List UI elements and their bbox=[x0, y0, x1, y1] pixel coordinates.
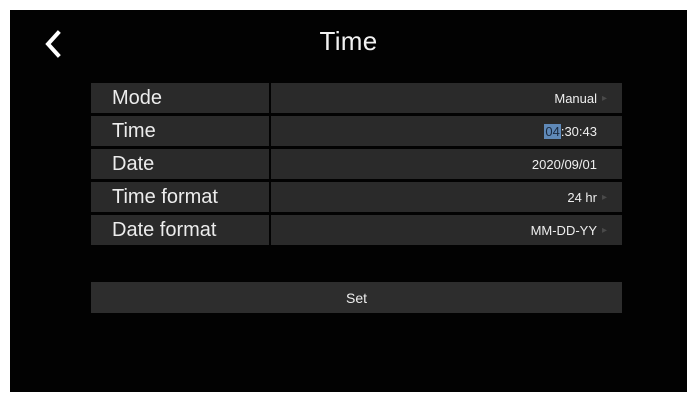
time-value[interactable]: 04 : 30 : 43 bbox=[271, 116, 622, 146]
time-second-field[interactable]: 43 bbox=[583, 124, 597, 139]
setting-label-time-format: Time format bbox=[91, 182, 269, 212]
setting-label-date: Date bbox=[91, 149, 269, 179]
time-minute-field[interactable]: 30 bbox=[564, 124, 578, 139]
time-format-value[interactable]: 24 hr ▸ bbox=[271, 182, 622, 212]
date-value[interactable]: 2020/09/01 bbox=[271, 149, 622, 179]
date-format-value-text: MM-DD-YY bbox=[530, 222, 597, 238]
time-hour-field[interactable]: 04 bbox=[544, 123, 561, 139]
setting-row-date[interactable]: Date 2020/09/01 bbox=[91, 149, 622, 179]
set-button[interactable]: Set bbox=[91, 282, 622, 313]
setting-label-mode: Mode bbox=[91, 83, 269, 113]
setting-row-time[interactable]: Time 04 : 30 : 43 bbox=[91, 116, 622, 146]
date-value-text: 2020/09/01 bbox=[531, 156, 597, 172]
settings-list: Mode Manual ▸ Time 04 : 30 : 43 Date 202… bbox=[91, 83, 622, 248]
mode-value[interactable]: Manual ▸ bbox=[271, 83, 622, 113]
chevron-right-icon: ▸ bbox=[602, 92, 608, 104]
time-format-value-text: 24 hr bbox=[567, 189, 597, 205]
setting-row-time-format[interactable]: Time format 24 hr ▸ bbox=[91, 182, 622, 212]
chevron-right-icon: ▸ bbox=[602, 191, 608, 203]
setting-row-date-format[interactable]: Date format MM-DD-YY ▸ bbox=[91, 215, 622, 245]
setting-label-date-format: Date format bbox=[91, 215, 269, 245]
chevron-right-icon: ▸ bbox=[602, 224, 608, 236]
page-title: Time bbox=[319, 26, 378, 56]
date-format-value[interactable]: MM-DD-YY ▸ bbox=[271, 215, 622, 245]
mode-value-text: Manual bbox=[554, 90, 597, 106]
setting-row-mode[interactable]: Mode Manual ▸ bbox=[91, 83, 622, 113]
time-settings-screen: Time Mode Manual ▸ Time 04 : 30 : 43 Dat… bbox=[10, 10, 687, 392]
setting-label-time: Time bbox=[91, 116, 269, 146]
